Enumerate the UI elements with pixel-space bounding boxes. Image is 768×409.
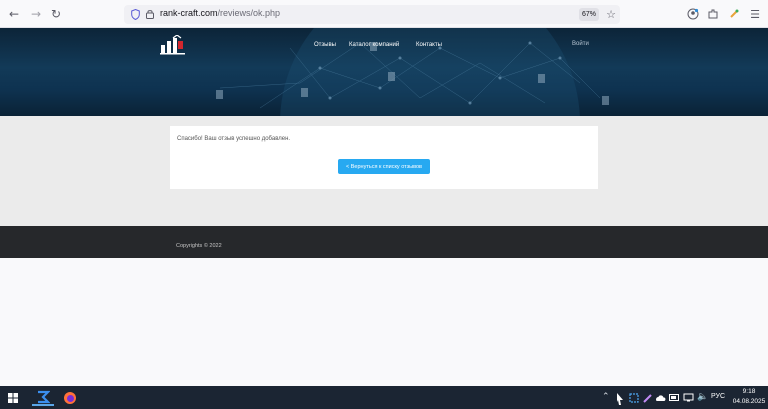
speaker-icon[interactable]: 🔈	[697, 392, 708, 402]
confirmation-card: Спасибо! Ваш отзыв успешно добавлен. < В…	[170, 126, 598, 189]
back-arrow-icon[interactable]: ←	[6, 6, 22, 22]
star-icon[interactable]: ☆	[604, 7, 618, 21]
account-icon[interactable]	[686, 7, 700, 21]
extensions-icon[interactable]	[706, 7, 720, 21]
lock-icon[interactable]	[146, 9, 154, 19]
address-bar[interactable]: rank-craft.com/reviews/ok.php 67% ☆	[124, 5, 620, 24]
windows-start-icon[interactable]	[8, 389, 18, 406]
empty-page-area	[0, 258, 768, 386]
site-footer: Copyrights © 2022	[0, 226, 768, 258]
notification-icon[interactable]	[616, 390, 624, 407]
language-indicator[interactable]: РУС	[711, 393, 725, 400]
nav-companies-catalog[interactable]: Каталог компаний	[349, 42, 399, 48]
nav-reviews[interactable]: Отзывы	[314, 42, 336, 48]
zoom-indicator[interactable]: 67%	[579, 8, 599, 21]
main-content: Спасибо! Ваш отзыв успешно добавлен. < В…	[0, 116, 768, 226]
firefox-icon[interactable]	[60, 389, 80, 406]
battery-icon[interactable]	[669, 389, 680, 406]
back-to-reviews-button[interactable]: < Вернуться к списку отзывов	[338, 159, 430, 174]
url-path: /reviews/ok.php	[217, 8, 281, 18]
site-logo[interactable]	[160, 35, 186, 55]
bookmark-icon[interactable]	[727, 7, 741, 21]
site-header: Отзывы Каталог компаний Контакты Войти	[0, 28, 768, 116]
snip-tool-icon[interactable]	[628, 389, 639, 406]
menu-icon[interactable]: ☰	[748, 7, 762, 21]
url-domain: rank-craft.com	[160, 8, 218, 18]
forward-arrow-icon[interactable]: →	[28, 6, 44, 22]
cloud-icon[interactable]	[655, 389, 666, 406]
success-message: Спасибо! Ваш отзыв успешно добавлен.	[177, 136, 291, 142]
clock-time[interactable]: 9:18	[738, 388, 760, 395]
pen-icon[interactable]	[642, 389, 653, 406]
copyright-text: Copyrights © 2022	[176, 243, 222, 249]
login-link[interactable]: Войти	[572, 41, 589, 47]
nav-contacts[interactable]: Контакты	[416, 42, 442, 48]
app-taskbar-icon[interactable]	[32, 389, 54, 406]
chevron-up-icon[interactable]: ⌃	[602, 392, 610, 402]
network-icon[interactable]	[683, 389, 694, 406]
url-text[interactable]: rank-craft.com/reviews/ok.php	[160, 8, 280, 18]
clock-date[interactable]: 04.08.2025	[731, 398, 767, 405]
taskbar: ⌃ 🔈 РУС 9:18 04.08.2025	[0, 386, 768, 409]
shield-icon[interactable]	[131, 9, 140, 20]
reload-icon[interactable]: ↻	[48, 6, 64, 22]
browser-toolbar: ← → ↻ rank-craft.com/reviews/ok.php 67% …	[0, 0, 768, 28]
